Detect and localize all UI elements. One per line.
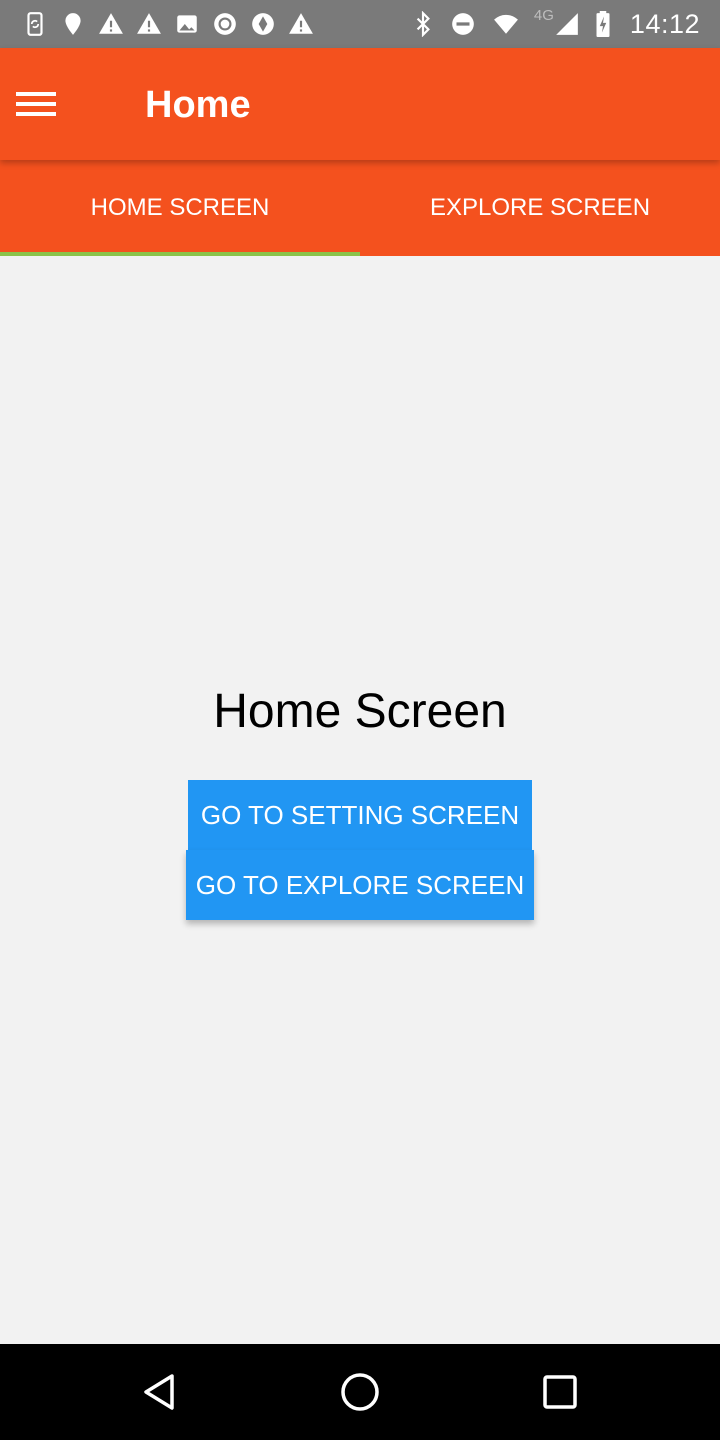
tab-explore-screen[interactable]: EXPLORE SCREEN	[360, 160, 720, 256]
wifi-icon	[490, 11, 522, 37]
app-bar: Home	[0, 48, 720, 160]
home-icon[interactable]	[336, 1368, 384, 1416]
system-nav-bar	[0, 1344, 720, 1440]
tab-label: EXPLORE SCREEN	[429, 194, 651, 221]
bluetooth-icon	[410, 11, 436, 37]
tab-selected-indicator	[0, 252, 360, 256]
clock: 14:12	[629, 8, 700, 39]
system-icons: 4G 14:12	[410, 7, 700, 40]
tab-home-screen[interactable]: HOME SCREEN	[0, 160, 360, 256]
warning-icon	[98, 11, 124, 37]
record-icon	[212, 11, 238, 37]
tab-bar: HOME SCREEN EXPLORE SCREEN	[0, 160, 720, 256]
back-icon[interactable]	[136, 1368, 184, 1416]
cell-signal-icon: 4G	[534, 7, 580, 37]
do-not-disturb-icon	[450, 11, 476, 37]
tab-label: HOME SCREEN	[90, 194, 270, 221]
app-bar-title: Home	[145, 84, 251, 126]
hamburger-menu-icon[interactable]	[10, 78, 62, 130]
go-to-explore-button[interactable]: GO TO EXPLORE SCREEN	[186, 850, 534, 920]
recent-apps-icon[interactable]	[536, 1368, 584, 1416]
notification-icons	[22, 8, 314, 40]
status-bar: 4G 14:12	[0, 0, 720, 48]
warning-icon	[288, 11, 314, 37]
image-icon	[174, 11, 200, 37]
navigation-icon	[250, 11, 276, 37]
location-pin-icon	[60, 11, 86, 37]
home-screen-content: Home Screen GO TO SETTING SCREEN GO TO E…	[0, 256, 720, 1344]
battery-charging-icon	[594, 11, 612, 37]
screen-title: Home Screen	[213, 685, 507, 738]
go-to-setting-button[interactable]: GO TO SETTING SCREEN	[188, 780, 532, 850]
network-type-label: 4G	[533, 7, 554, 24]
warning-icon	[136, 11, 162, 37]
sync-phone-icon	[22, 11, 48, 37]
